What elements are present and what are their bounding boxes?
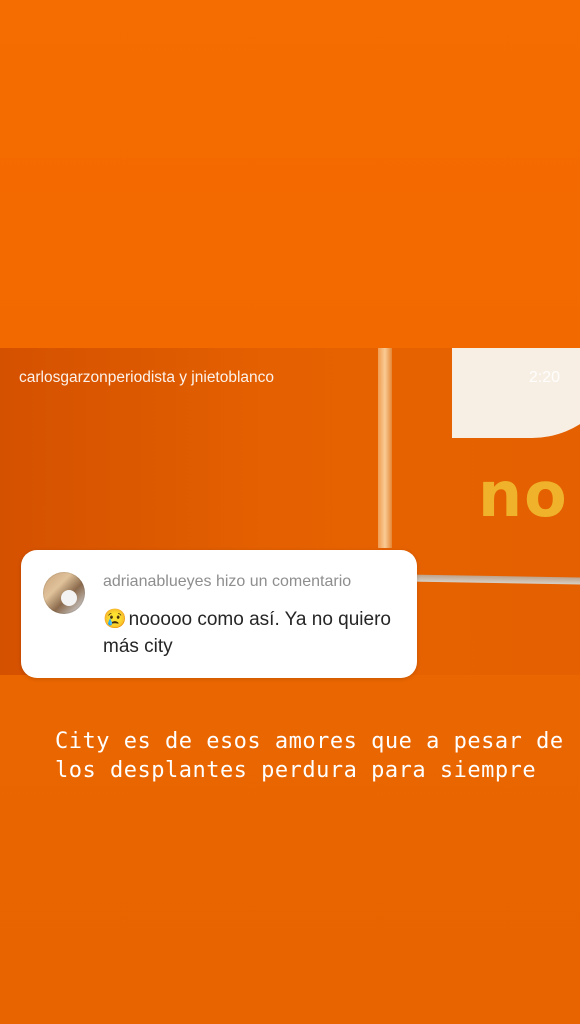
video-logo-shape (452, 348, 580, 438)
crying-face-icon: 😢 (103, 609, 127, 630)
video-rail (391, 574, 580, 585)
story-background-top (0, 0, 580, 348)
comment-sticker[interactable]: adrianablueyes hizo un comentario 😢 noooo… (21, 550, 417, 678)
comment-header: adrianablueyes hizo un comentario (103, 573, 352, 590)
video-logo-text: no (478, 458, 569, 531)
video-pole (378, 348, 392, 548)
video-duration: 2:20 (528, 369, 560, 386)
shared-post-authors[interactable]: carlosgarzonperiodista y jnietoblanco (19, 369, 274, 387)
avatar[interactable] (43, 572, 85, 614)
comment-text: nooooo como así. Ya no quiero más city (103, 609, 391, 657)
comment-body: 😢 nooooo como así. Ya no quiero más city (103, 606, 403, 660)
story-caption: City es de esos amores que a pesar de lo… (55, 729, 564, 783)
